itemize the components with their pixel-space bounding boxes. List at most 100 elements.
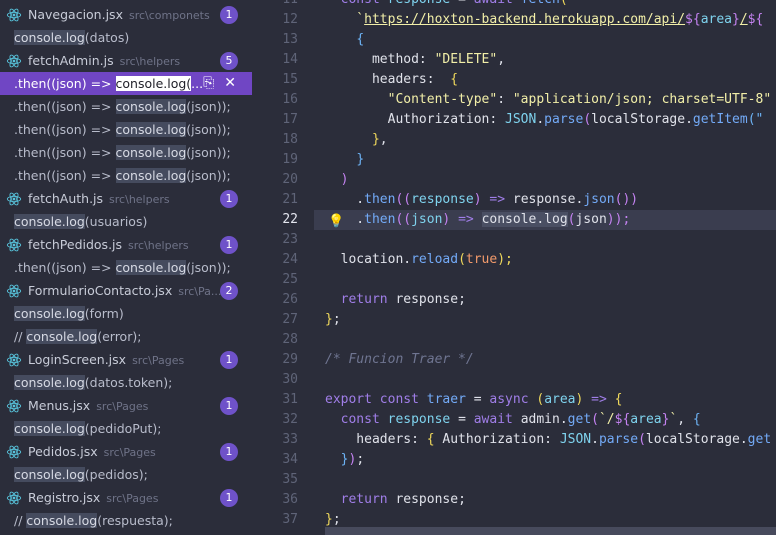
code-line[interactable]: headers: { Authorization: JSON.parse(loc… bbox=[314, 430, 776, 450]
match-highlight: console.log bbox=[14, 214, 85, 229]
result-match-row[interactable]: .then((json) => console.log(json)); bbox=[0, 95, 252, 118]
code-line[interactable]: headers: { bbox=[314, 70, 776, 90]
dismiss-icon[interactable]: ✕ bbox=[224, 75, 236, 91]
match-suffix: (datos.token); bbox=[84, 375, 173, 390]
match-highlight: console.log bbox=[14, 375, 85, 390]
code-line[interactable] bbox=[314, 330, 776, 350]
code-token: )); bbox=[606, 212, 631, 227]
code-line[interactable]: { bbox=[314, 30, 776, 50]
code-token: => bbox=[489, 192, 513, 207]
line-number: 29 bbox=[282, 352, 298, 367]
code-line[interactable]: }; bbox=[314, 310, 776, 330]
code-token: await bbox=[473, 412, 521, 427]
result-match-row[interactable]: console.log(usuarios) bbox=[0, 210, 252, 233]
result-match-row[interactable]: .then((json) => console.log(json)); bbox=[0, 256, 252, 279]
code-line[interactable]: ) bbox=[314, 170, 776, 190]
code-line[interactable]: } bbox=[314, 150, 776, 170]
code-token: } bbox=[325, 512, 333, 527]
result-match-row[interactable]: console.log(datos) bbox=[0, 26, 252, 49]
code-token: ; bbox=[458, 292, 466, 307]
code-line[interactable]: method: "DELETE", bbox=[314, 50, 776, 70]
code-token: "DELETE" bbox=[434, 52, 498, 67]
code-line[interactable]: export const traer = async (area) => { bbox=[314, 390, 776, 410]
match-highlight: console.log bbox=[26, 513, 98, 528]
code-token: response bbox=[395, 292, 459, 307]
line-number: 21 bbox=[282, 192, 298, 207]
code-token: then bbox=[364, 192, 396, 207]
code-line[interactable]: .then((response) => response.json()) bbox=[314, 190, 776, 210]
code-token: : bbox=[497, 92, 513, 107]
result-file-row[interactable]: LoginScreen.jsx src\Pages 1 bbox=[0, 348, 252, 371]
code-token: return bbox=[340, 492, 396, 507]
line-number: 31 bbox=[282, 392, 298, 407]
result-file-row[interactable]: Menus.jsx src\Pages 1 bbox=[0, 394, 252, 417]
result-match-row[interactable]: // console.log(error); bbox=[0, 325, 252, 348]
result-match-row[interactable]: .then((json) => console.log(json)); bbox=[0, 118, 252, 141]
line-number: 14 bbox=[282, 52, 298, 67]
result-match-row[interactable]: console.log(pedidos); bbox=[0, 463, 252, 486]
result-file-row[interactable]: fetchAuth.js src\helpers 1 bbox=[0, 187, 252, 210]
react-file-icon bbox=[6, 7, 22, 23]
result-file-row[interactable]: fetchPedidos.js src\helpers 1 bbox=[0, 233, 252, 256]
line-number: 13 bbox=[282, 32, 298, 47]
code-editor[interactable]: const response = await fetch( `https://h… bbox=[314, 0, 776, 535]
replace-icon[interactable]: ⎘ bbox=[203, 75, 214, 91]
search-results-panel: Navegacion.jsx src\componets 1 console.log(… bbox=[0, 0, 252, 535]
code-token: admin bbox=[520, 412, 560, 427]
result-file-row[interactable]: Registro.jsx src\Pages 1 bbox=[0, 486, 252, 509]
code-line[interactable]: const response = await fetch( bbox=[314, 0, 776, 10]
result-match-row[interactable]: // console.log(respuesta); bbox=[0, 509, 252, 532]
react-file-icon bbox=[6, 444, 22, 460]
file-name: fetchAdmin.js bbox=[28, 53, 114, 68]
code-line[interactable] bbox=[314, 370, 776, 390]
result-file-row[interactable]: Pedidos.jsx src\Pages 1 bbox=[0, 440, 252, 463]
code-token: getItem bbox=[692, 112, 748, 127]
code-token: response bbox=[411, 192, 474, 207]
code-line[interactable]: /* Funcion Traer */ bbox=[314, 350, 776, 370]
code-token: localStorage bbox=[645, 432, 740, 447]
horizontal-scrollbar[interactable] bbox=[325, 527, 776, 535]
match-suffix: (datos) bbox=[84, 30, 130, 45]
result-file-row[interactable]: Navegacion.jsx src\componets 1 bbox=[0, 3, 252, 26]
code-line[interactable]: `https://hoxton-backend.herokuapp.com/ap… bbox=[314, 10, 776, 30]
code-token: } bbox=[371, 132, 380, 147]
match-suffix: (form) bbox=[84, 306, 124, 321]
code-line[interactable]: }); bbox=[314, 450, 776, 470]
lightbulb-icon[interactable]: 💡 bbox=[328, 212, 344, 232]
file-path: src\helpers bbox=[119, 55, 181, 68]
code-token: . bbox=[559, 412, 568, 427]
code-line[interactable]: }, bbox=[314, 130, 776, 150]
match-suffix: (usuarios) bbox=[84, 214, 148, 229]
match-highlight: console.log bbox=[115, 122, 187, 137]
result-file-row[interactable]: FormularioContacto.jsx src\Pa... 2 bbox=[0, 279, 252, 302]
code-token: async bbox=[489, 392, 537, 407]
code-line[interactable]: location.reload(true); bbox=[314, 250, 776, 270]
code-line[interactable]: return response; bbox=[314, 290, 776, 310]
code-line[interactable] bbox=[314, 230, 776, 250]
result-match-row[interactable]: .then((json) => console.log(json)); bbox=[0, 164, 252, 187]
code-line[interactable]: "Content-type": "application/json; chars… bbox=[314, 90, 776, 110]
code-line[interactable] bbox=[314, 270, 776, 290]
code-token: reload bbox=[411, 252, 459, 267]
code-line[interactable]: const response = await admin.get(`/${are… bbox=[314, 410, 776, 430]
file-path: src\Pages bbox=[96, 400, 149, 413]
result-match-row[interactable]: console.log(datos.token); bbox=[0, 371, 252, 394]
result-match-row[interactable]: .then((json) => console.log(... ⎘ ✕ bbox=[0, 72, 252, 95]
result-file-row[interactable]: fetchAdmin.js src\helpers 5 bbox=[0, 49, 252, 72]
code-token: : bbox=[544, 432, 560, 447]
code-line[interactable]: return response; bbox=[314, 490, 776, 510]
code-line[interactable]: Authorization: JSON.parse(localStorage.g… bbox=[314, 110, 776, 130]
result-match-row[interactable]: console.log(form) bbox=[0, 302, 252, 325]
code-token: ${ bbox=[685, 12, 701, 27]
match-prefix: .then((json) => bbox=[14, 168, 116, 183]
result-match-row[interactable]: .then((json) => console.log(json)); bbox=[0, 141, 252, 164]
code-line[interactable] bbox=[314, 470, 776, 490]
result-match-row[interactable]: console.log(pedidoPut); bbox=[0, 417, 252, 440]
line-number: 11 bbox=[258, 0, 298, 10]
code-line[interactable]: 💡 .then((json) => console.log(json)); bbox=[314, 210, 776, 230]
line-number: 28 bbox=[282, 332, 298, 347]
code-token: { bbox=[356, 32, 365, 47]
